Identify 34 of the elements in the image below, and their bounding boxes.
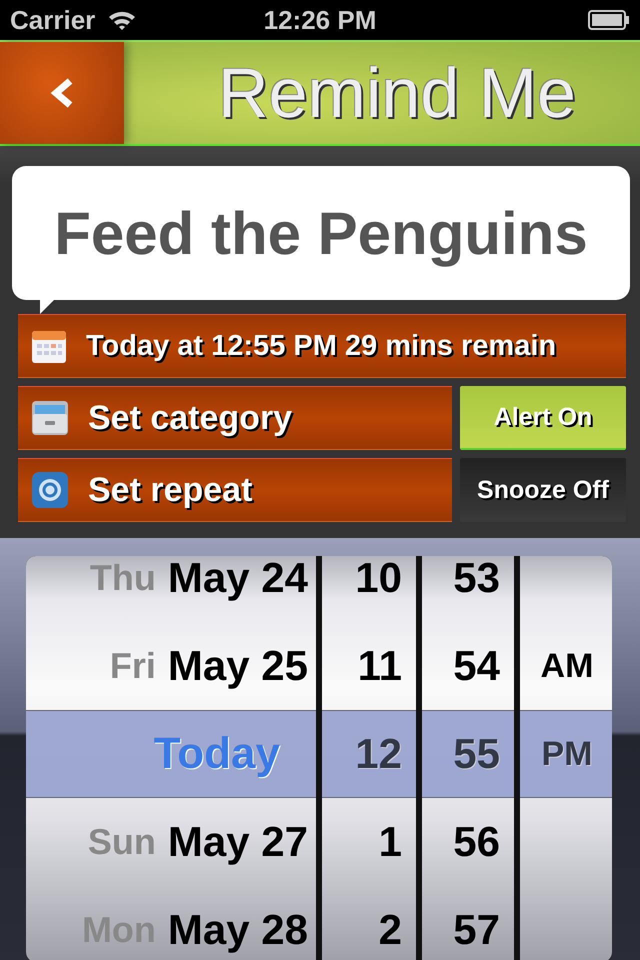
date-text[interactable]: May 28 <box>168 906 308 954</box>
date-text[interactable]: May 27 <box>168 818 308 866</box>
picker-value[interactable]: 2 <box>378 906 402 954</box>
date-text[interactable]: May 25 <box>168 642 308 690</box>
date-text[interactable]: May 24 <box>168 556 308 602</box>
option-row[interactable]: Set category <box>18 386 452 450</box>
picker-value[interactable]: 1 <box>378 818 402 866</box>
due-row[interactable]: Today at 12:55 PM 29 mins remain <box>18 314 626 378</box>
picker-value[interactable]: 53 <box>453 556 500 602</box>
option-row[interactable]: Set repeat <box>18 458 452 522</box>
picker-value[interactable]: 10 <box>355 556 402 602</box>
period-value[interactable]: AM <box>540 646 594 686</box>
wifi-icon <box>107 9 138 31</box>
back-icon <box>50 77 74 109</box>
option-label: Set category <box>88 398 292 438</box>
picker-value[interactable]: 11 <box>358 642 402 690</box>
screen-title: Remind Me <box>217 53 577 134</box>
toggle-button[interactable]: Snooze Off <box>460 458 626 522</box>
back-button[interactable] <box>0 42 124 144</box>
due-time-text: Today at 12:55 PM 29 mins remain <box>86 330 556 362</box>
drawer-icon <box>30 398 70 438</box>
picker-value[interactable]: 54 <box>453 642 500 690</box>
bubble-tail <box>40 300 54 314</box>
repeat-icon <box>30 470 70 510</box>
weekday-text: Thu <box>90 557 156 599</box>
weekday-text: Sun <box>88 821 156 863</box>
picker-value[interactable]: 56 <box>453 818 500 866</box>
option-label: Set repeat <box>88 470 252 510</box>
picker-value[interactable]: 57 <box>453 906 500 954</box>
carrier-name: Carrier <box>10 4 96 36</box>
weekday-text: Fri <box>110 645 156 687</box>
battery-icon <box>588 10 630 30</box>
status-time: 12:26 PM <box>264 4 376 36</box>
reminder-title[interactable]: Feed the Penguins <box>12 166 630 300</box>
